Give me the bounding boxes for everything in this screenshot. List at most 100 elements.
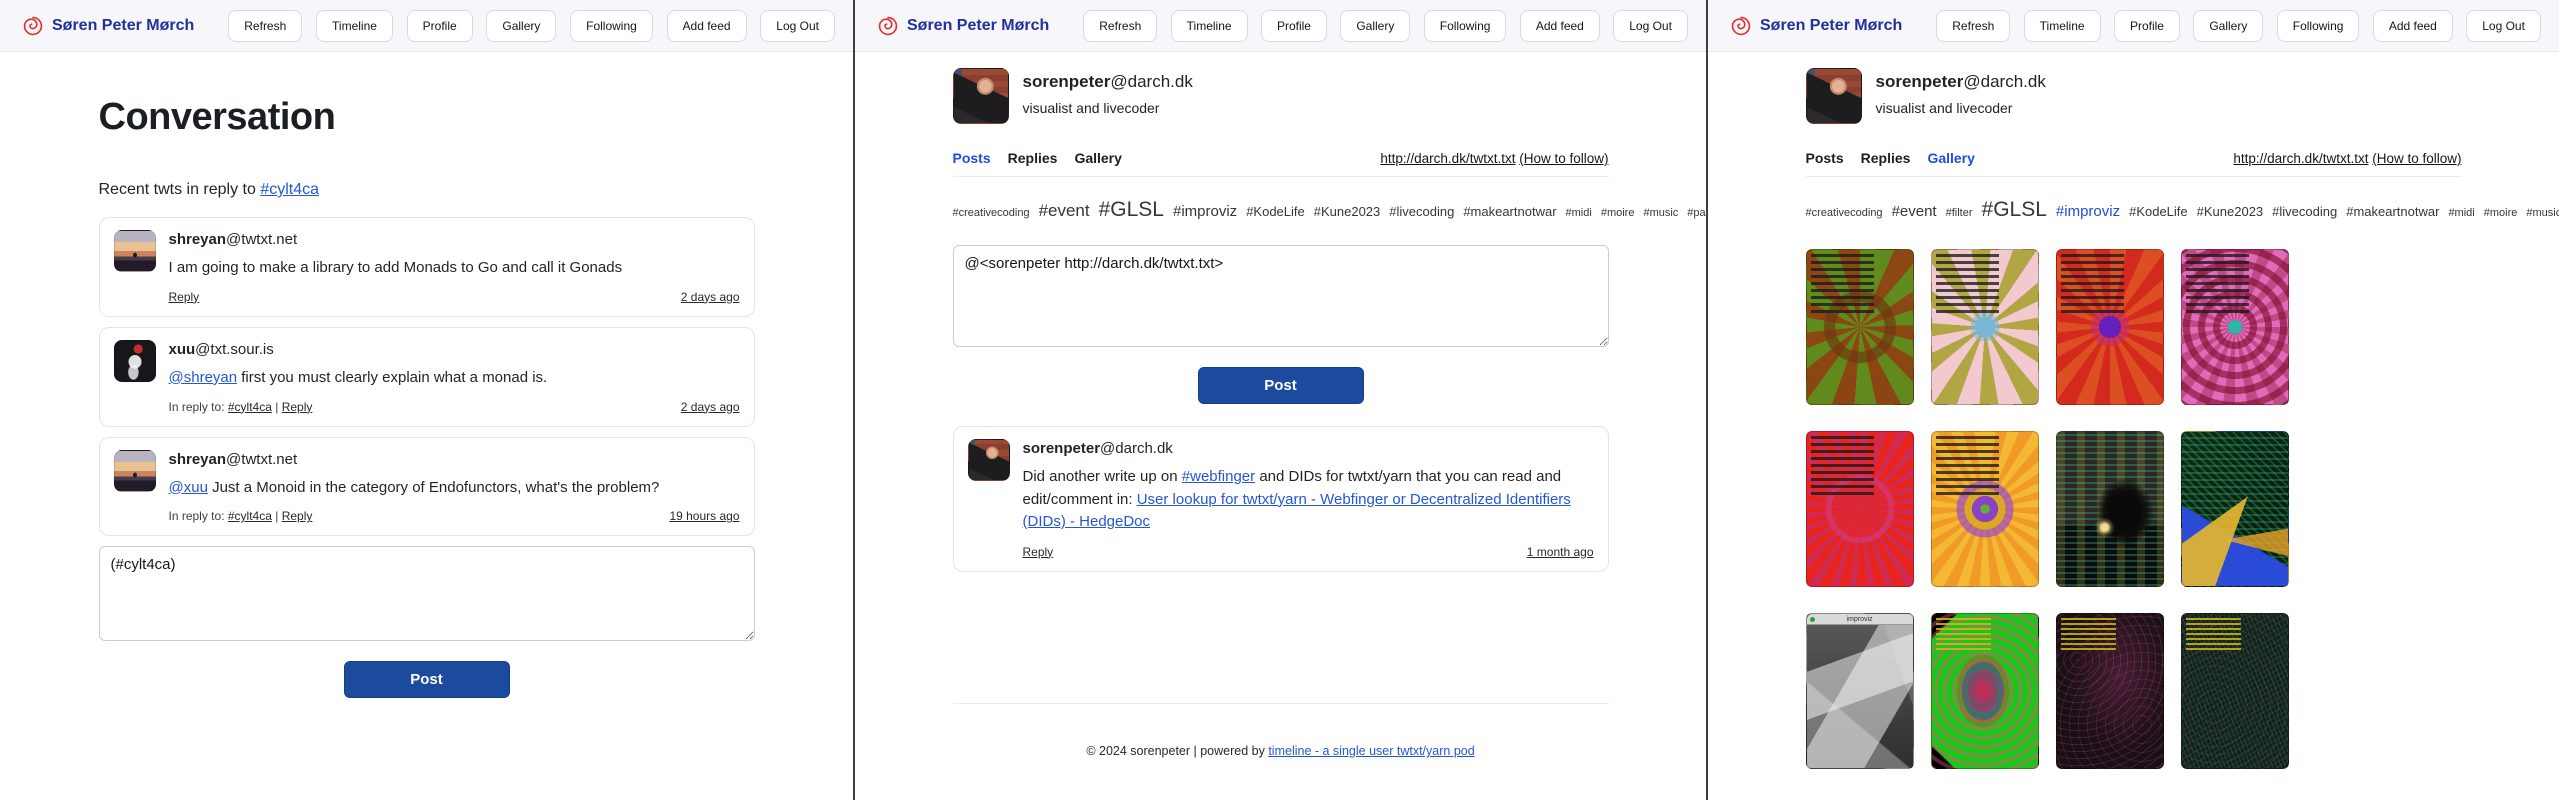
site-footer: © 2024 sorenpeter | powered by timeline … — [953, 704, 1609, 792]
divider — [953, 176, 1609, 177]
post-textarea[interactable]: @<sorenpeter http://darch.dk/twtxt.txt> — [953, 245, 1609, 347]
nav-button[interactable]: Add feed — [1520, 10, 1600, 42]
conversation-hash-link[interactable]: #cylt4ca — [260, 181, 319, 198]
gallery-item[interactable] — [1931, 249, 2039, 405]
hashtag-link[interactable]: #livecoding — [1389, 204, 1454, 219]
how-to-follow-link[interactable]: (How to follow) — [2372, 151, 2461, 166]
nav-button[interactable]: Timeline — [316, 10, 393, 42]
hashtag-link[interactable]: #KodeLife — [2129, 204, 2188, 219]
hashtag-link[interactable]: #makeartnotwar — [1463, 204, 1556, 219]
mention-link[interactable]: @shreyan — [169, 369, 238, 386]
nav-button[interactable]: Profile — [2114, 10, 2180, 42]
nav-button[interactable]: Log Out — [2466, 10, 2541, 42]
brand[interactable]: Søren Peter Mørch — [877, 15, 1049, 37]
nav-button[interactable]: Refresh — [1936, 10, 2010, 42]
brand-name: Søren Peter Mørch — [907, 17, 1049, 35]
profile-tab[interactable]: Posts — [1806, 150, 1844, 166]
gallery-item[interactable]: improviz — [1806, 613, 1914, 769]
how-to-follow-link[interactable]: (How to follow) — [1519, 151, 1608, 166]
nav-button[interactable]: Following — [2277, 10, 2360, 42]
hashtag-link[interactable]: #event — [1039, 201, 1090, 220]
mention-link[interactable]: @xuu — [169, 479, 208, 496]
twt-footer-links: In reply to: #cylt4ca | Reply — [169, 400, 313, 414]
hashtag-link[interactable]: #midi — [2448, 207, 2474, 219]
nav-button[interactable]: Refresh — [1083, 10, 1157, 42]
feed-url-link[interactable]: http://darch.dk/twtxt.txt — [2233, 151, 2368, 166]
hashtag-link[interactable]: #livecoding — [2272, 204, 2337, 219]
hashtag-link[interactable]: #event — [1892, 203, 1937, 220]
divider — [1806, 176, 2462, 177]
profile-tab[interactable]: Gallery — [1927, 150, 1974, 166]
nav-button[interactable]: Gallery — [2193, 10, 2263, 42]
gallery-item[interactable] — [2056, 613, 2164, 769]
nav-button[interactable]: Add feed — [2373, 10, 2453, 42]
gallery-item[interactable] — [2181, 431, 2289, 587]
hashtag-link[interactable]: #music — [2526, 207, 2559, 219]
hashtag-link[interactable]: #paintOver — [1687, 207, 1706, 219]
nav-button[interactable]: Following — [570, 10, 653, 42]
hashtag-link[interactable]: #Kune2023 — [1314, 204, 1381, 219]
nav-button[interactable]: Gallery — [486, 10, 556, 42]
gallery-item[interactable] — [1931, 431, 2039, 587]
in-reply-tag-link[interactable]: #cylt4ca — [228, 509, 272, 523]
reply-link[interactable]: Reply — [1023, 545, 1054, 559]
hashtag-link[interactable]: #creativecoding — [1806, 207, 1883, 219]
author-nick: sorenpeter — [1023, 440, 1101, 457]
hashtag-link[interactable]: #music — [1643, 207, 1678, 219]
post-button[interactable]: Post — [1198, 367, 1364, 404]
nav-button[interactable]: Gallery — [1340, 10, 1410, 42]
reply-link[interactable]: Reply — [282, 509, 313, 523]
nav-button[interactable]: Profile — [1261, 10, 1327, 42]
hashtag-link[interactable]: #creativecoding — [953, 207, 1030, 219]
gallery-item[interactable] — [1806, 249, 1914, 405]
gallery-item[interactable] — [2181, 613, 2289, 769]
timestamp-link[interactable]: 1 month ago — [1527, 545, 1594, 559]
timestamp-link[interactable]: 2 days ago — [681, 400, 740, 414]
brand[interactable]: Søren Peter Mørch — [1730, 15, 1902, 37]
hashtag-link[interactable]: #moire — [1601, 207, 1635, 219]
profile-tab[interactable]: Gallery — [1074, 150, 1121, 166]
nav-button[interactable]: Profile — [407, 10, 473, 42]
powered-by-link[interactable]: timeline - a single user twtxt/yarn pod — [1268, 744, 1474, 758]
twt-text: @xuu Just a Monoid in the category of En… — [169, 477, 740, 499]
feed-url-link[interactable]: http://darch.dk/twtxt.txt — [1380, 151, 1515, 166]
nav-button[interactable]: Timeline — [1171, 10, 1248, 42]
profile-tab[interactable]: Replies — [1861, 150, 1911, 166]
nav-button[interactable]: Log Out — [1613, 10, 1688, 42]
reply-textarea[interactable]: (#cylt4ca) — [99, 546, 755, 641]
twt-author: xuu@txt.sour.is — [169, 341, 740, 358]
gallery-item[interactable] — [1931, 613, 2039, 769]
brand[interactable]: Søren Peter Mørch — [22, 15, 194, 37]
hashtag-link[interactable]: #Kune2023 — [2197, 204, 2264, 219]
nav-button[interactable]: Refresh — [228, 10, 302, 42]
hashtag-link[interactable]: #makeartnotwar — [2346, 204, 2439, 219]
hashtag-link[interactable]: #improviz — [2056, 203, 2120, 220]
profile-tab[interactable]: Posts — [953, 150, 991, 166]
hashtag-link[interactable]: #KodeLife — [1246, 204, 1305, 219]
profile-gallery-window: Søren Peter Mørch Refresh Timeline Profile… — [1706, 0, 2559, 800]
hashtag-link[interactable]: #moire — [2484, 207, 2518, 219]
hashtag-link[interactable]: #GLSL — [1099, 198, 1164, 221]
nav-button[interactable]: Add feed — [667, 10, 747, 42]
profile-tab[interactable]: Replies — [1008, 150, 1058, 166]
nav-button[interactable]: Timeline — [2024, 10, 2101, 42]
hashtag-link[interactable]: #webfinger — [1182, 468, 1255, 485]
post-button[interactable]: Post — [344, 661, 510, 698]
in-reply-tag-link[interactable]: #cylt4ca — [228, 400, 272, 414]
gallery-item[interactable] — [1806, 431, 1914, 587]
timestamp-link[interactable]: 2 days ago — [681, 290, 740, 304]
reply-link[interactable]: Reply — [282, 400, 313, 414]
twt-list: shreyan@twtxt.net I am going to make a l… — [99, 217, 755, 536]
gallery-item[interactable] — [2056, 249, 2164, 405]
gallery-item[interactable] — [2181, 249, 2289, 405]
timestamp-link[interactable]: 19 hours ago — [669, 509, 739, 523]
hashtag-link[interactable]: #GLSL — [1982, 198, 2047, 221]
gallery-item[interactable] — [2056, 431, 2164, 587]
hashtag-link[interactable]: #improviz — [1173, 203, 1237, 220]
nav-button[interactable]: Following — [1424, 10, 1507, 42]
page-title: Conversation — [99, 96, 755, 139]
reply-link[interactable]: Reply — [169, 290, 200, 304]
nav-button[interactable]: Log Out — [760, 10, 835, 42]
hashtag-link[interactable]: #filter — [1946, 207, 1973, 219]
hashtag-link[interactable]: #midi — [1566, 207, 1592, 219]
